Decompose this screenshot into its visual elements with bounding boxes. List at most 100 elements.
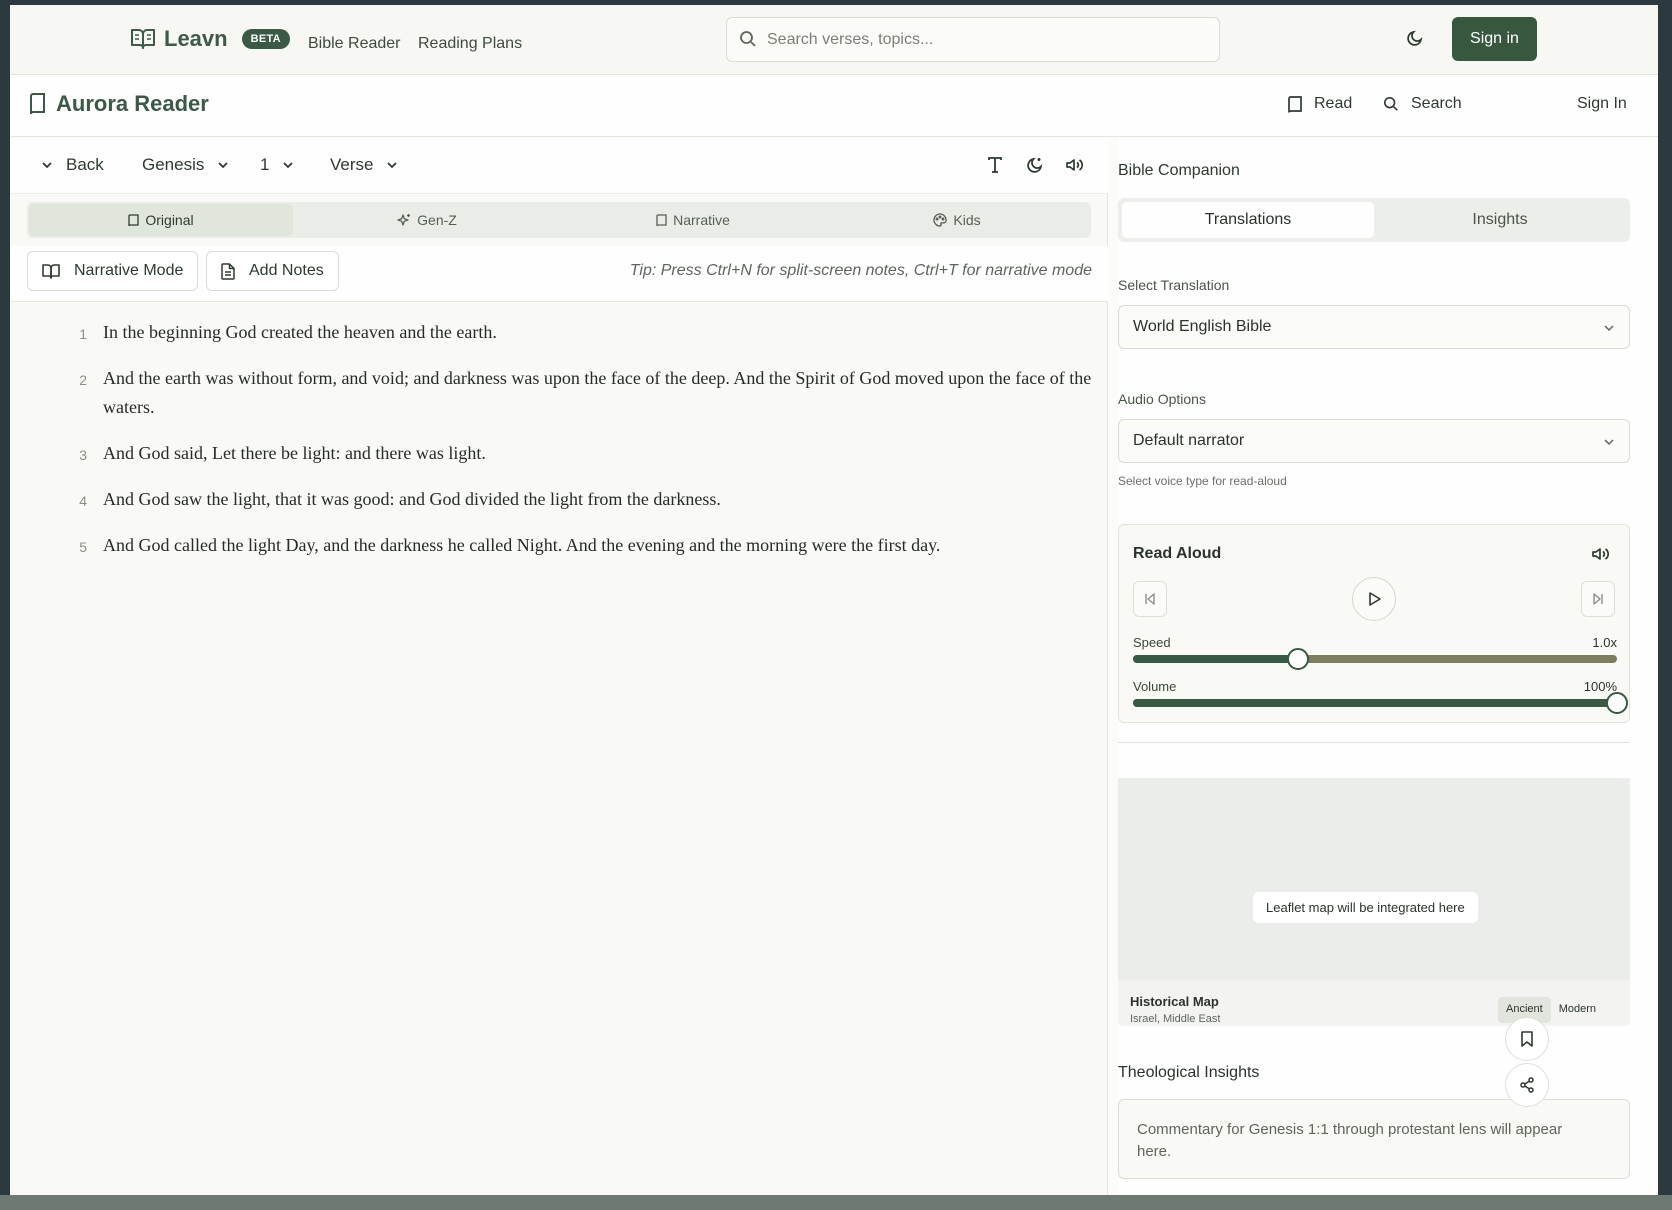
verse-text: And God saw the light, that it was good:… [103, 489, 721, 509]
play-icon [1366, 591, 1382, 607]
companion-tabs: Translations Insights [1118, 198, 1630, 242]
map-subtitle: Israel, Middle East [1130, 1013, 1221, 1025]
verse-text: In the beginning God created the heaven … [103, 322, 497, 342]
speed-slider[interactable] [1133, 648, 1617, 670]
speed-label: Speed [1133, 635, 1171, 650]
chapter-select[interactable]: 1 [260, 155, 295, 175]
share-button[interactable] [1505, 1063, 1549, 1107]
map-toggle-modern[interactable]: Modern [1551, 997, 1604, 1023]
audio-hint: Select voice type for read-aloud [1118, 474, 1287, 488]
theme-icon[interactable] [1026, 156, 1044, 174]
previous-button[interactable] [1133, 581, 1167, 617]
map-title: Historical Map [1130, 994, 1219, 1009]
search-icon [1383, 96, 1399, 112]
companion-title: Bible Companion [1118, 162, 1240, 179]
verse-select[interactable]: Verse [330, 155, 399, 175]
translation-select[interactable]: World English Bible [1118, 305, 1630, 349]
book-icon [128, 213, 140, 227]
verse-text: And God said, Let there be light: and th… [103, 443, 486, 463]
reader-pane: Back Genesis 1 Verse Original Gen-Z Narr… [10, 138, 1108, 1195]
nav-link-reading-plans[interactable]: Reading Plans [418, 35, 522, 53]
mode-kids[interactable]: Kids [825, 204, 1089, 236]
document-icon [221, 262, 235, 280]
map-era-toggle: Ancient Modern [1498, 997, 1604, 1023]
speaker-icon[interactable] [1065, 156, 1085, 174]
bookmark-button[interactable] [1505, 1017, 1549, 1061]
search-input[interactable] [767, 18, 1207, 61]
back-button[interactable]: Back [40, 155, 104, 175]
verse-item[interactable]: 5 And God called the light Day, and the … [65, 531, 1095, 560]
tab-insights[interactable]: Insights [1374, 202, 1626, 238]
speed-slider-thumb[interactable] [1286, 648, 1309, 670]
mode-kids-label: Kids [953, 212, 981, 228]
app-header: Aurora Reader Read Search Sign In [10, 75, 1658, 137]
search-button[interactable]: Search [1383, 95, 1462, 113]
palette-icon [933, 213, 948, 227]
volume-slider[interactable] [1133, 692, 1628, 714]
open-book-icon [42, 263, 60, 279]
volume-slider-thumb[interactable] [1606, 692, 1628, 714]
volume-label: Volume [1133, 679, 1177, 694]
translation-label: Select Translation [1118, 277, 1230, 293]
chevron-down-icon [385, 158, 399, 172]
divider [1118, 742, 1630, 743]
sign-in-label: Sign In [1577, 95, 1627, 112]
play-button[interactable] [1352, 577, 1396, 621]
narrative-mode-label: Narrative Mode [74, 262, 184, 279]
tab-translations[interactable]: Translations [1122, 202, 1374, 238]
skip-forward-icon [1591, 592, 1605, 606]
sign-in-button[interactable]: Sign in [1452, 17, 1537, 61]
chapter-select-value: 1 [260, 155, 270, 174]
verse-number: 5 [79, 539, 87, 555]
map-canvas[interactable]: Leaflet map will be integrated here [1118, 778, 1630, 980]
speed-slider-fill [1133, 655, 1298, 663]
read-button[interactable]: Read [1288, 95, 1352, 113]
chevron-down-icon [281, 158, 295, 172]
verse-item[interactable]: 3 And God said, Let there be light: and … [65, 439, 1095, 468]
mode-original[interactable]: Original [29, 204, 293, 236]
volume-value: 100% [1583, 679, 1617, 694]
nav-link-bible-reader[interactable]: Bible Reader [308, 35, 401, 53]
narrator-select[interactable]: Default narrator [1118, 419, 1630, 463]
read-aloud-title: Read Aloud [1133, 545, 1222, 562]
narrative-mode-button[interactable]: Narrative Mode [27, 251, 199, 291]
app-title-text: Aurora Reader [56, 91, 209, 116]
add-notes-button[interactable]: Add Notes [206, 251, 339, 291]
theological-insights-title: Theological Insights [1118, 1064, 1260, 1081]
dark-mode-toggle-icon[interactable] [1406, 29, 1424, 47]
audio-options-label: Audio Options [1118, 391, 1206, 407]
chevron-down-icon [40, 158, 54, 172]
header-sign-in-button[interactable]: Sign In [1577, 95, 1627, 113]
verse-text: And the earth was without form, and void… [103, 368, 1092, 417]
book-select[interactable]: Genesis [142, 155, 230, 175]
open-book-icon [130, 27, 156, 51]
speaker-icon[interactable] [1591, 545, 1611, 563]
text-size-icon[interactable] [986, 156, 1004, 174]
mode-gen-z[interactable]: Gen-Z [295, 204, 559, 236]
mode-gen-z-label: Gen-Z [417, 212, 457, 228]
reading-mode-tabs: Original Gen-Z Narrative Kids [27, 202, 1091, 238]
sparkles-icon [397, 213, 411, 227]
mode-narrative[interactable]: Narrative [561, 204, 825, 236]
book-icon [656, 213, 667, 227]
verse-text: And God called the light Day, and the da… [103, 535, 941, 555]
reader-actions-bar: Narrative Mode Add Notes Tip: Press Ctrl… [10, 246, 1108, 302]
read-aloud-card: Read Aloud Speed 1.0x Volume 100% [1118, 524, 1630, 723]
verse-item[interactable]: 1 In the beginning God created the heave… [65, 318, 1095, 347]
verse-number: 4 [79, 493, 87, 509]
search-box[interactable] [726, 17, 1220, 62]
brand-name: Leavn [164, 26, 228, 51]
theological-insights-box: Commentary for Genesis 1:1 through prote… [1118, 1099, 1630, 1179]
translation-select-value: World English Bible [1133, 318, 1272, 335]
verse-item[interactable]: 2 And the earth was without form, and vo… [65, 364, 1095, 422]
verse-item[interactable]: 4 And God saw the light, that it was goo… [65, 485, 1095, 514]
brand-logo[interactable]: Leavn BETA [130, 26, 290, 52]
beta-badge: BETA [241, 29, 290, 49]
search-button-label: Search [1411, 95, 1462, 112]
verse-number: 1 [79, 326, 87, 342]
next-button[interactable] [1581, 581, 1615, 617]
historical-map-card: Leaflet map will be integrated here Hist… [1118, 778, 1630, 1026]
keyboard-tip: Tip: Press Ctrl+N for split-screen notes… [629, 262, 1092, 279]
bible-companion-panel: Bible Companion Translations Insights Se… [1118, 138, 1658, 1195]
add-notes-label: Add Notes [249, 262, 324, 279]
